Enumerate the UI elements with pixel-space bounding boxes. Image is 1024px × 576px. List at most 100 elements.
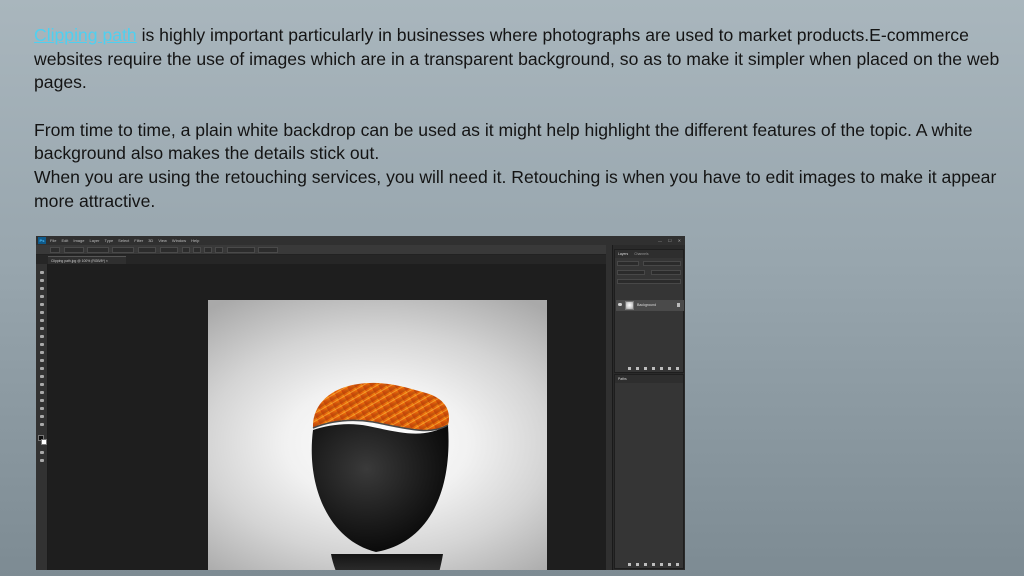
paragraph-1-text: is highly important particularly in busi… [34, 25, 1000, 93]
shape-tool-icon[interactable] [39, 406, 45, 411]
tab-layers[interactable]: Layers [618, 252, 628, 256]
menu-type[interactable]: Type [105, 238, 114, 243]
layers-panel: Layers Channels Background [614, 249, 684, 373]
path-select-tool-icon[interactable] [39, 398, 45, 403]
screen-mode-icon[interactable] [39, 458, 45, 463]
type-tool-icon[interactable] [39, 390, 45, 395]
lock-icon [677, 303, 680, 307]
tab-channels[interactable]: Channels [634, 252, 648, 256]
new-layer-icon[interactable] [668, 367, 671, 370]
lock-fill-row[interactable] [617, 279, 681, 284]
option-icon-4[interactable] [215, 247, 223, 253]
hand-tool-icon[interactable] [39, 414, 45, 419]
menu-layer[interactable]: Layer [89, 238, 99, 243]
canvas-area[interactable] [48, 264, 606, 570]
option-field-6[interactable] [227, 247, 255, 253]
bowl-reflection [331, 554, 443, 570]
maximize-icon[interactable]: ☐ [668, 238, 672, 243]
layers-panel-tabs: Layers Channels [615, 250, 683, 258]
menu-3d[interactable]: 3D [148, 238, 153, 243]
paragraph-3: When you are using the retouching servic… [34, 166, 997, 211]
link-layers-icon[interactable] [628, 367, 631, 370]
fill-path-icon[interactable] [628, 563, 631, 566]
crop-tool-icon[interactable] [39, 302, 45, 307]
opacity-field[interactable] [651, 270, 681, 275]
brush-tool-icon[interactable] [39, 326, 45, 331]
eyedropper-tool-icon[interactable] [39, 310, 45, 315]
menu-help[interactable]: Help [191, 238, 199, 243]
quick-mask-icon[interactable] [39, 450, 45, 455]
quick-select-tool-icon[interactable] [39, 294, 45, 299]
option-field-3[interactable] [112, 247, 134, 253]
menu-file[interactable]: File [50, 238, 56, 243]
option-field-2[interactable] [87, 247, 109, 253]
option-icon-1[interactable] [182, 247, 190, 253]
gradient-tool-icon[interactable] [39, 358, 45, 363]
visibility-eye-icon[interactable] [618, 303, 622, 306]
option-field-7[interactable] [258, 247, 278, 253]
paths-panel-tabs: Paths [615, 375, 683, 383]
option-icon-3[interactable] [204, 247, 212, 253]
article-text: Clipping path is highly important partic… [34, 24, 1009, 213]
blend-mode-select[interactable] [617, 270, 645, 275]
delete-path-icon[interactable] [676, 563, 679, 566]
close-icon[interactable]: ✕ [678, 238, 681, 243]
menu-select[interactable]: Select [118, 238, 129, 243]
healing-tool-icon[interactable] [39, 318, 45, 323]
paragraph-1: Clipping path is highly important partic… [34, 24, 1009, 95]
bowl-illustration [311, 382, 450, 570]
ps-toolbar [36, 264, 48, 570]
ps-menu-items: File Edit Image Layer Type Select Filter… [50, 238, 199, 243]
layer-row-background[interactable]: Background [616, 300, 684, 311]
move-tool-icon[interactable] [39, 270, 45, 275]
menu-edit[interactable]: Edit [61, 238, 68, 243]
tool-preset-button[interactable] [50, 247, 60, 253]
adjustment-icon[interactable] [652, 367, 655, 370]
photoshop-screenshot: Ps File Edit Image Layer Type Select Fil… [36, 236, 685, 570]
ps-logo-icon: Ps [38, 237, 46, 244]
layer-name: Background [637, 303, 657, 307]
lasso-tool-icon[interactable] [39, 286, 45, 291]
pen-tool-icon[interactable] [39, 382, 45, 387]
background-color-swatch[interactable] [41, 439, 47, 445]
panel-icon-strip [606, 245, 613, 570]
ps-panels-dock: Layers Channels Background Paths [606, 245, 685, 570]
history-brush-tool-icon[interactable] [39, 342, 45, 347]
minimize-icon[interactable]: — [658, 238, 662, 243]
ps-menubar: Ps File Edit Image Layer Type Select Fil… [36, 236, 685, 245]
document-tab[interactable]: Clipping path.jpg @ 100% (RGB/8*) × [48, 256, 126, 264]
ps-options-bar [36, 245, 685, 255]
clipping-path-link[interactable]: Clipping path [34, 25, 137, 45]
stroke-path-icon[interactable] [636, 563, 639, 566]
tab-paths[interactable]: Paths [618, 377, 627, 381]
option-field-1[interactable] [64, 247, 84, 253]
folder-icon[interactable] [660, 367, 663, 370]
add-mask-icon[interactable] [660, 563, 663, 566]
eraser-tool-icon[interactable] [39, 350, 45, 355]
paths-panel: Paths [614, 374, 684, 569]
dodge-tool-icon[interactable] [39, 374, 45, 379]
option-field-5[interactable] [160, 247, 178, 253]
menu-window[interactable]: Window [172, 238, 186, 243]
layer-filter-select[interactable] [617, 261, 639, 266]
option-icon-2[interactable] [193, 247, 201, 253]
new-path-icon[interactable] [668, 563, 671, 566]
zoom-tool-icon[interactable] [39, 422, 45, 427]
marquee-tool-icon[interactable] [39, 278, 45, 283]
menu-view[interactable]: View [158, 238, 167, 243]
layer-filter-icons[interactable] [643, 261, 681, 266]
load-selection-icon[interactable] [644, 563, 647, 566]
fx-icon[interactable] [636, 367, 639, 370]
trash-icon[interactable] [676, 367, 679, 370]
menu-filter[interactable]: Filter [134, 238, 143, 243]
stamp-tool-icon[interactable] [39, 334, 45, 339]
mask-icon[interactable] [644, 367, 647, 370]
layer-thumbnail [625, 301, 634, 310]
menu-image[interactable]: Image [73, 238, 84, 243]
layers-panel-footer [615, 365, 683, 372]
option-field-4[interactable] [138, 247, 156, 253]
make-path-icon[interactable] [652, 563, 655, 566]
blur-tool-icon[interactable] [39, 366, 45, 371]
bowl-photo [208, 300, 547, 570]
